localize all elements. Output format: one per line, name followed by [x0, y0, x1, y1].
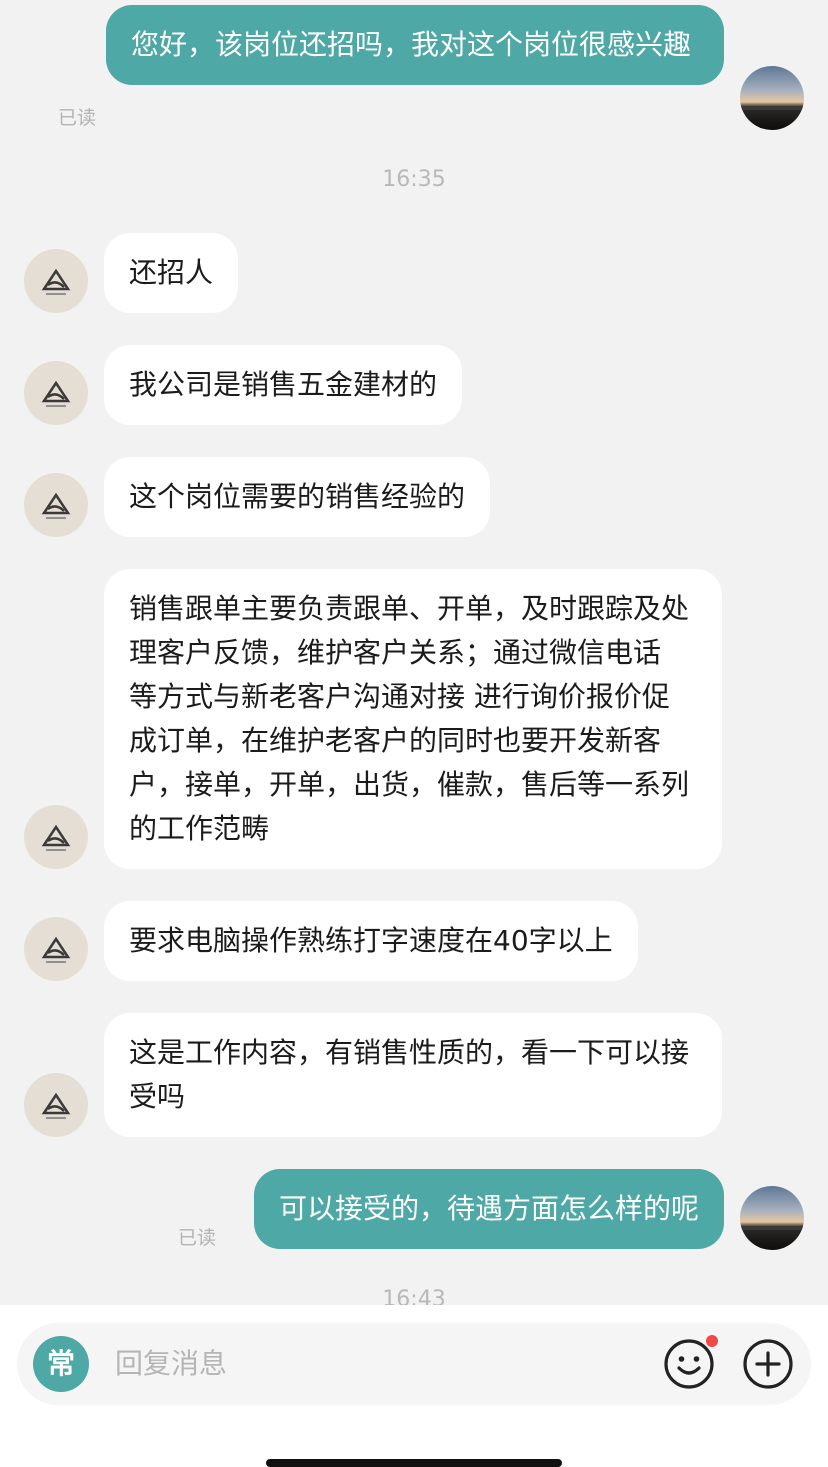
incoming-message[interactable]: 要求电脑操作熟练打字速度在40字以上 — [104, 901, 638, 981]
incoming-message[interactable]: 这是工作内容，有销售性质的，看一下可以接受吗 — [104, 1013, 722, 1137]
input-panel: 常 回复消息 — [0, 1305, 828, 1467]
outgoing-message[interactable]: 您好，该岗位还招吗，我对这个岗位很感兴趣 — [106, 5, 724, 85]
timestamp: 16:35 — [382, 167, 446, 192]
read-status: 已读 — [178, 1227, 217, 1249]
company-avatar[interactable] — [24, 361, 88, 425]
outgoing-message[interactable]: 可以接受的，待遇方面怎么样的呢 — [253, 1169, 724, 1249]
message-text: 销售跟单主要负责跟单、开单，及时跟踪及处理客户反馈，维护客户关系；通过微信电话 … — [129, 592, 690, 845]
company-logo-icon — [41, 936, 71, 963]
incoming-message[interactable]: 还招人 — [104, 233, 239, 313]
chat-area[interactable]: 您好，该岗位还招吗，我对这个岗位很感兴趣 已读 16:35 还招人 我公司是销售… — [0, 0, 828, 1305]
message-input[interactable]: 回复消息 — [115, 1345, 227, 1383]
company-logo-icon — [41, 824, 71, 851]
plus-icon[interactable] — [741, 1337, 795, 1391]
message-text: 可以接受的，待遇方面怎么样的呢 — [278, 1192, 699, 1225]
timestamp: 16:43 — [382, 1287, 446, 1305]
notification-dot — [706, 1335, 718, 1347]
read-status: 已读 — [58, 107, 97, 129]
company-logo-icon — [41, 1092, 71, 1119]
company-avatar[interactable] — [24, 1073, 88, 1137]
home-indicator — [266, 1459, 562, 1467]
company-logo-icon — [41, 380, 71, 407]
company-avatar[interactable] — [24, 917, 88, 981]
message-input-bar[interactable]: 常 回复消息 — [17, 1323, 811, 1405]
message-text: 这个岗位需要的销售经验的 — [129, 480, 466, 513]
message-text: 还招人 — [129, 256, 214, 289]
message-text: 这是工作内容，有销售性质的，看一下可以接受吗 — [129, 1036, 690, 1113]
message-text: 要求电脑操作熟练打字速度在40字以上 — [129, 924, 613, 957]
company-logo-icon — [41, 268, 71, 295]
message-text: 您好，该岗位还招吗，我对这个岗位很感兴趣 — [131, 28, 692, 61]
quick-reply-button[interactable]: 常 — [33, 1336, 89, 1392]
incoming-message[interactable]: 销售跟单主要负责跟单、开单，及时跟踪及处理客户反馈，维护客户关系；通过微信电话 … — [104, 569, 722, 869]
message-text: 我公司是销售五金建材的 — [129, 368, 438, 401]
incoming-message[interactable]: 这个岗位需要的销售经验的 — [104, 457, 491, 537]
company-avatar[interactable] — [24, 473, 88, 537]
company-avatar[interactable] — [24, 249, 88, 313]
my-avatar[interactable] — [740, 1186, 804, 1250]
incoming-message[interactable]: 我公司是销售五金建材的 — [104, 345, 463, 425]
my-avatar[interactable] — [740, 66, 804, 130]
company-avatar[interactable] — [24, 805, 88, 869]
company-logo-icon — [41, 492, 71, 519]
